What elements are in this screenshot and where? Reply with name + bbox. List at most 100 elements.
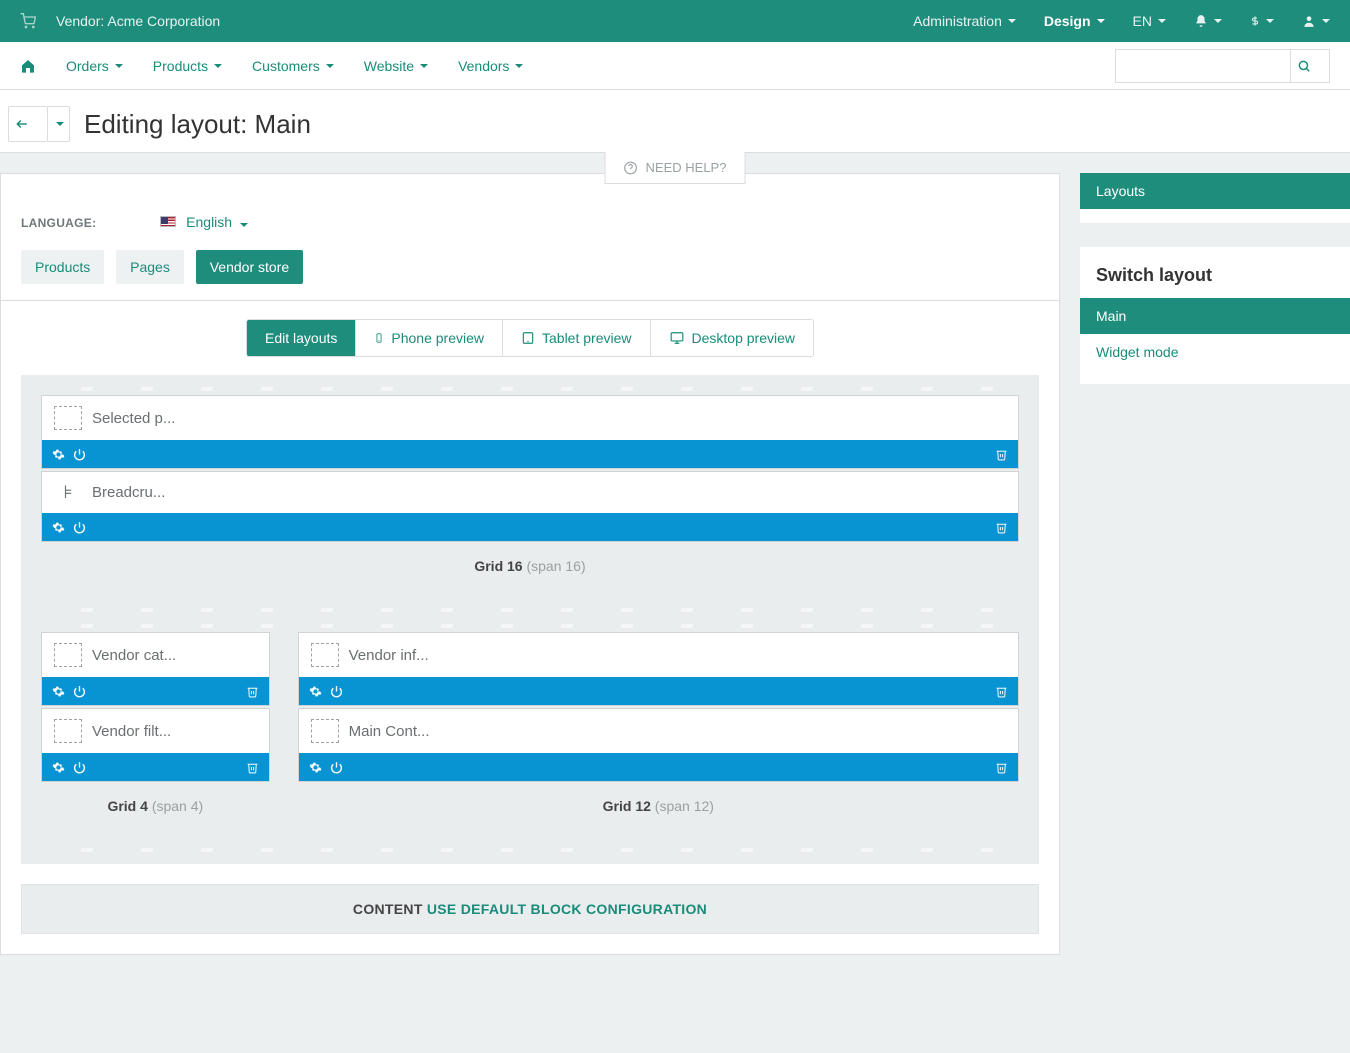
desktop-icon [669, 331, 685, 345]
nav-home[interactable] [20, 58, 36, 74]
power-icon[interactable] [73, 521, 86, 534]
power-icon[interactable] [73, 685, 86, 698]
nav-orders[interactable]: Orders [66, 58, 123, 74]
menu-language[interactable]: EN [1133, 13, 1166, 29]
block-breadcrumbs[interactable]: ⊧Breadcru... [41, 471, 1019, 542]
arrow-left-icon [15, 117, 29, 131]
search-button[interactable] [1290, 49, 1330, 83]
power-icon[interactable] [330, 685, 343, 698]
trash-icon[interactable] [995, 685, 1008, 698]
trash-icon[interactable] [995, 521, 1008, 534]
menu-design-label: Design [1044, 13, 1091, 29]
gear-icon[interactable] [52, 761, 65, 774]
flag-us-icon [160, 216, 176, 227]
menu-administration-label: Administration [913, 13, 1002, 29]
content-footer-left: CONTENT [353, 901, 423, 917]
menu-currency[interactable] [1250, 14, 1274, 28]
nav-products[interactable]: Products [153, 58, 222, 74]
power-icon[interactable] [73, 448, 86, 461]
menu-notifications[interactable] [1194, 14, 1222, 28]
block-icon [54, 719, 82, 743]
caret-down-icon [326, 64, 334, 68]
block-vendor-categories[interactable]: Vendor cat... [41, 632, 270, 706]
caret-down-icon [1097, 19, 1105, 23]
gear-icon[interactable] [52, 521, 65, 534]
side-column: Layouts Switch layout Main Widget mode [1080, 153, 1350, 1053]
btn-edit-layouts[interactable]: Edit layouts [247, 320, 356, 356]
caret-down-icon [240, 223, 248, 227]
search-input[interactable] [1115, 49, 1290, 83]
nav-customers[interactable]: Customers [252, 58, 334, 74]
block-vendor-filters[interactable]: Vendor filt... [41, 708, 270, 782]
nav-label: Website [364, 58, 414, 74]
page-title: Editing layout: Main [84, 109, 311, 140]
need-help-label: NEED HELP? [646, 160, 727, 175]
global-search [1115, 49, 1330, 83]
need-help-tab[interactable]: NEED HELP? [605, 152, 746, 184]
dollar-icon [1250, 14, 1260, 28]
breadcrumb-icon: ⊧ [54, 482, 82, 503]
power-icon[interactable] [330, 761, 343, 774]
content-footer-link[interactable]: USE DEFAULT BLOCK CONFIGURATION [427, 901, 707, 917]
nav-website[interactable]: Website [364, 58, 428, 74]
back-dropdown[interactable] [48, 106, 70, 142]
switch-layout-title: Switch layout [1080, 247, 1350, 298]
block-toolbar [42, 753, 269, 781]
language-value: English [186, 214, 232, 230]
block-toolbar [299, 753, 1018, 781]
caret-down-icon [214, 64, 222, 68]
user-icon [1302, 14, 1316, 28]
menu-account[interactable] [1302, 14, 1330, 28]
menu-design[interactable]: Design [1044, 13, 1105, 29]
caret-down-icon [420, 64, 428, 68]
btn-desktop-preview[interactable]: Desktop preview [651, 320, 814, 356]
language-label: LANGUAGE: [21, 216, 96, 230]
btn-label: Phone preview [391, 330, 484, 346]
grid-16-label: Grid 16 (span 16) [41, 544, 1019, 604]
block-main-content[interactable]: Main Cont... [298, 708, 1019, 782]
btn-label: Tablet preview [542, 330, 632, 346]
nav-vendors[interactable]: Vendors [458, 58, 523, 74]
tab-products[interactable]: Products [21, 250, 104, 284]
block-toolbar [42, 677, 269, 705]
block-selected-products[interactable]: Selected p... [41, 395, 1019, 469]
gear-icon[interactable] [309, 761, 322, 774]
power-icon[interactable] [73, 761, 86, 774]
btn-tablet-preview[interactable]: Tablet preview [503, 320, 651, 356]
layout-canvas: Selected p... ⊧Breadcru... [21, 375, 1039, 864]
switch-layout-panel: Switch layout Main Widget mode [1080, 247, 1350, 384]
trash-icon[interactable] [246, 685, 259, 698]
nav-label: Orders [66, 58, 109, 74]
block-vendor-info[interactable]: Vendor inf... [298, 632, 1019, 706]
layout-item-main[interactable]: Main [1080, 298, 1350, 334]
layouts-panel-head: Layouts [1080, 173, 1350, 209]
caret-down-icon [1322, 19, 1330, 23]
block-title: Main Cont... [349, 723, 430, 740]
help-icon [624, 161, 638, 175]
btn-phone-preview[interactable]: Phone preview [356, 320, 503, 356]
back-button[interactable] [8, 106, 48, 142]
language-selector[interactable]: English [160, 214, 248, 230]
tab-pages[interactable]: Pages [116, 250, 184, 284]
tab-vendor-store[interactable]: Vendor store [196, 250, 303, 284]
block-icon [311, 719, 339, 743]
trash-icon[interactable] [246, 761, 259, 774]
caret-down-icon [515, 64, 523, 68]
search-icon [1297, 59, 1311, 73]
cart-icon[interactable] [20, 13, 36, 29]
caret-down-icon [56, 122, 64, 126]
gear-icon[interactable] [52, 685, 65, 698]
block-icon [54, 643, 82, 667]
block-title: Vendor cat... [92, 647, 176, 664]
trash-icon[interactable] [995, 448, 1008, 461]
gear-icon[interactable] [52, 448, 65, 461]
gear-icon[interactable] [309, 685, 322, 698]
block-title: Vendor filt... [92, 723, 171, 740]
trash-icon[interactable] [995, 761, 1008, 774]
menu-administration[interactable]: Administration [913, 13, 1016, 29]
workspace: NEED HELP? LANGUAGE: English Products Pa… [0, 153, 1350, 1053]
caret-down-icon [1158, 19, 1166, 23]
layout-item-widget-mode[interactable]: Widget mode [1080, 334, 1350, 370]
caret-down-icon [115, 64, 123, 68]
phone-icon [374, 331, 384, 345]
